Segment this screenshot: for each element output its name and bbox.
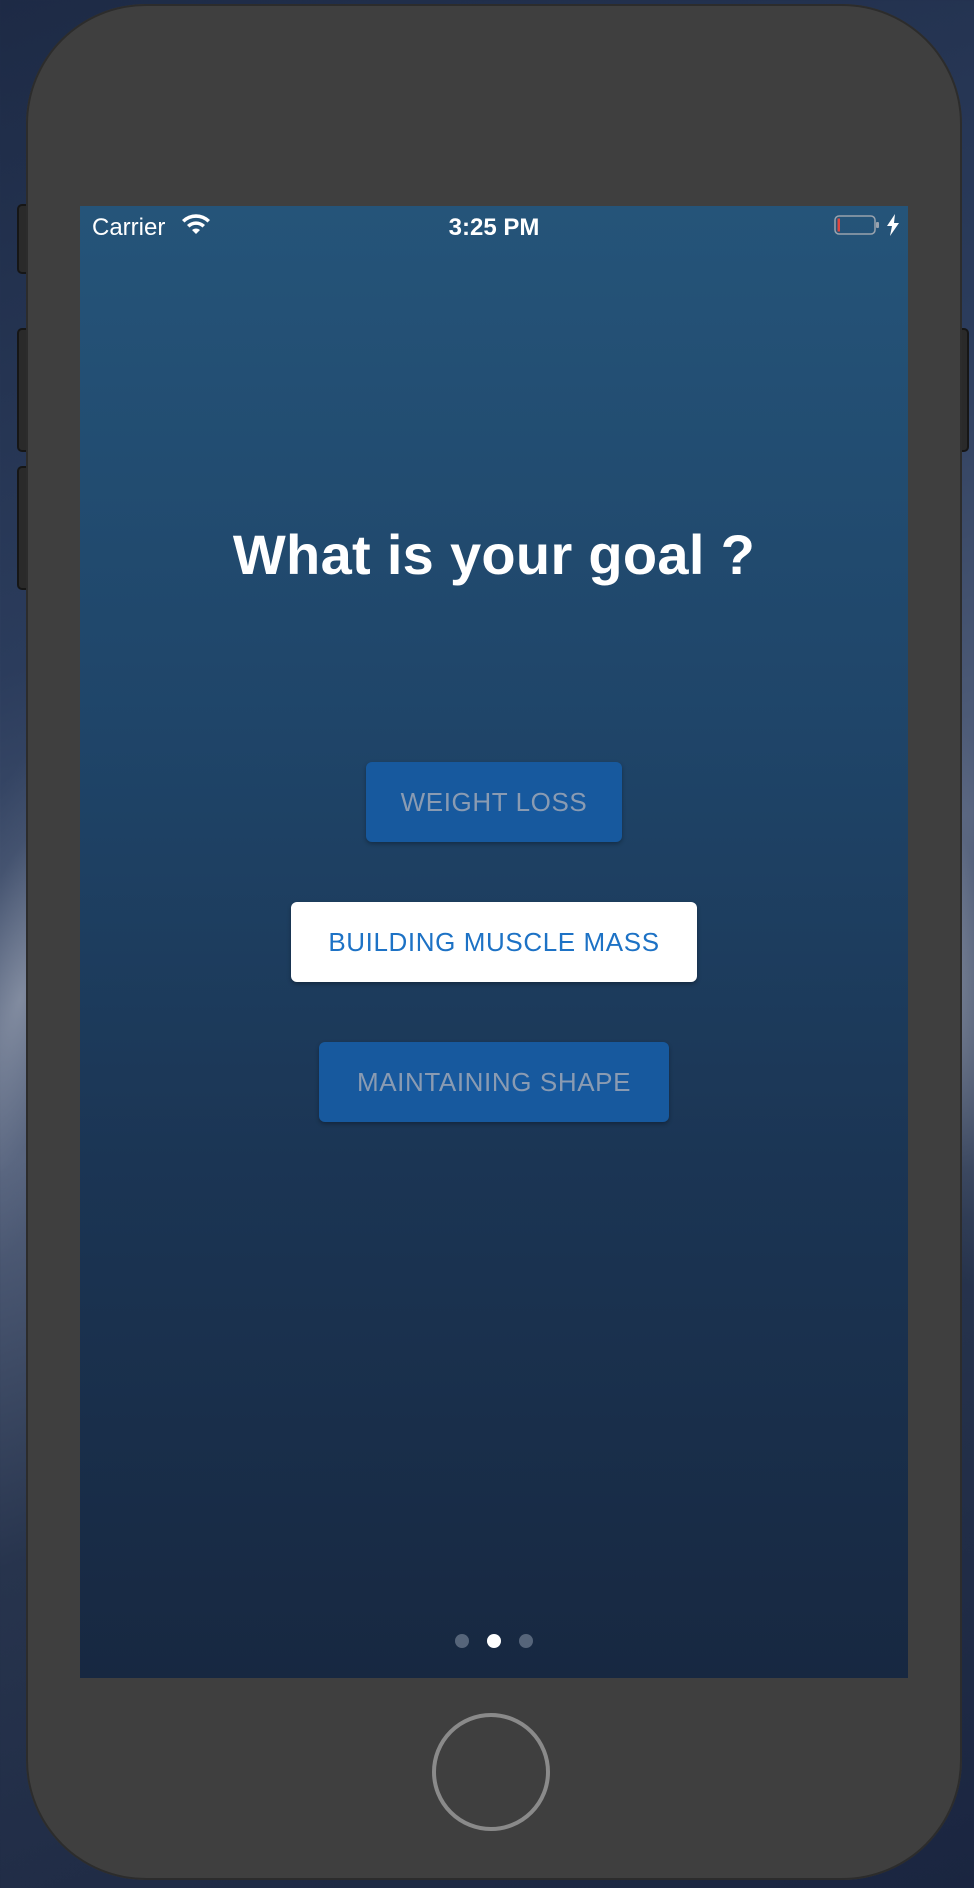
page-indicator[interactable] [80, 1634, 908, 1648]
battery-low-icon [834, 215, 879, 235]
page-dot-2-current[interactable] [487, 1634, 501, 1648]
maintaining-shape-button[interactable]: MAINTAINING SHAPE [319, 1042, 669, 1122]
charging-bolt-icon [887, 214, 899, 236]
weight-loss-button[interactable]: WEIGHT LOSS [366, 762, 622, 842]
app-screen: Carrier 3:25 PM What is your goal ? WEIG… [80, 206, 908, 1678]
building-muscle-mass-button[interactable]: BUILDING MUSCLE MASS [291, 902, 697, 982]
home-button[interactable] [432, 1713, 550, 1831]
status-bar: Carrier 3:25 PM [80, 206, 908, 246]
page-dot-3[interactable] [519, 1634, 533, 1648]
status-time: 3:25 PM [448, 214, 540, 241]
page-title: What is your goal ? [232, 523, 756, 586]
page-dot-1[interactable] [455, 1634, 469, 1648]
